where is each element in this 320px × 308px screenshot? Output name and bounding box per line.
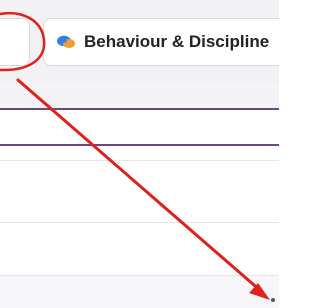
selected-table-row[interactable] xyxy=(0,108,279,146)
chat-bubbles-icon xyxy=(56,34,76,50)
row-divider xyxy=(0,160,279,161)
table-row[interactable] xyxy=(0,276,279,308)
behaviour-discipline-button[interactable]: Behaviour & Discipline xyxy=(43,18,279,66)
table-row[interactable] xyxy=(0,84,279,108)
previous-toolbar-button[interactable] xyxy=(0,18,30,66)
top-toolbar: Behaviour & Discipline xyxy=(0,0,279,84)
screenshot-stage: Behaviour & Discipline xyxy=(0,0,279,308)
behaviour-discipline-label: Behaviour & Discipline xyxy=(84,32,270,51)
cursor-dot xyxy=(271,298,275,302)
row-divider xyxy=(0,222,279,223)
